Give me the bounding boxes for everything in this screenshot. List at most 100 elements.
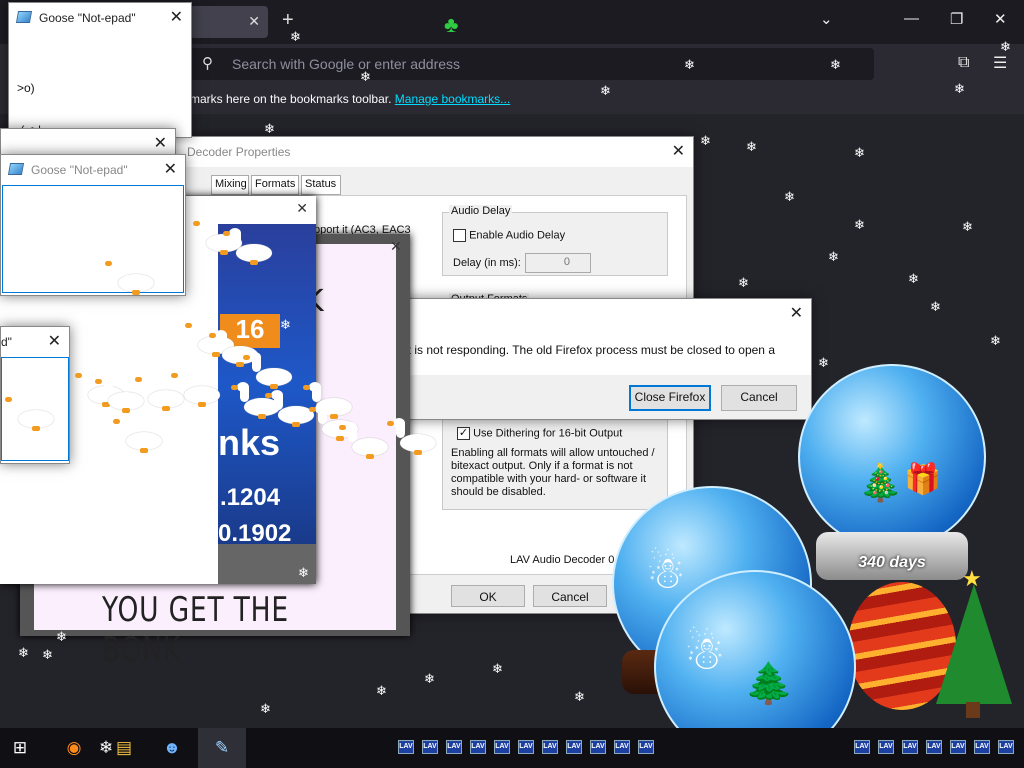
goose[interactable]: [171, 370, 220, 407]
alert-cancel-button[interactable]: Cancel: [721, 385, 797, 411]
snowman-icon: ☃: [684, 627, 726, 679]
alert-message: ut is not responding. The old Firefox pr…: [401, 343, 775, 357]
enable-audio-delay-label: Enable Audio Delay: [469, 229, 566, 242]
lav-tray-icon[interactable]: LAV: [566, 740, 582, 754]
christmas-tree-icon: ♣: [444, 12, 459, 37]
goose[interactable]: [387, 418, 436, 455]
snowflake-icon: ❄: [854, 145, 865, 160]
lav-tray-icon[interactable]: LAV: [422, 740, 438, 754]
lav-tray-icon[interactable]: LAV: [902, 740, 918, 754]
lav-tray-icon[interactable]: LAV: [398, 740, 414, 754]
alert-titlebar: ✕: [401, 299, 811, 327]
address-placeholder: Search with Google or enter address: [232, 56, 461, 72]
minimize-icon[interactable]: —: [904, 10, 919, 27]
close-firefox-button[interactable]: Close Firefox: [629, 385, 711, 411]
goose[interactable]: [223, 228, 272, 265]
alert-close-icon[interactable]: ✕: [790, 303, 803, 323]
firefox-not-responding-dialog: ✕ ut is not responding. The old Firefox …: [400, 298, 812, 420]
goose[interactable]: [243, 352, 292, 389]
notepad-3-close-icon[interactable]: ✕: [48, 331, 61, 351]
goose-notepad-window-3: d" ✕: [0, 326, 70, 464]
goose-notepad-window-1: Goose "Not-epad" ✕ >o) (_>|: [8, 2, 192, 138]
tab-close-icon[interactable]: ✕: [248, 13, 260, 30]
notepad-3-title: d": [1, 335, 12, 349]
lav-tray-icon[interactable]: LAV: [494, 740, 510, 754]
lav-tray-icon[interactable]: LAV: [470, 740, 486, 754]
tab-status[interactable]: Status: [301, 175, 341, 195]
lav-tray-icon[interactable]: LAV: [950, 740, 966, 754]
gift-icon: 🎁: [904, 463, 942, 496]
restore-icon[interactable]: ❐: [950, 10, 963, 28]
snowflake-icon: ❄: [424, 671, 435, 686]
notepad-2-text-area[interactable]: [2, 185, 184, 293]
snowflake-icon: ❄: [56, 629, 67, 644]
taskbar: ⊞ ◉ ❄ ▤ ☻ ✎: [0, 728, 1024, 768]
firefox-icon[interactable]: ◉: [62, 736, 86, 760]
lav-close-icon[interactable]: ✕: [672, 141, 685, 161]
snowflake-icon: ❄: [700, 133, 711, 148]
goose[interactable]: [5, 394, 54, 431]
snow-tree-icon: 🎄: [858, 462, 903, 503]
tab-formats[interactable]: Formats: [251, 175, 299, 195]
file-explorer-icon[interactable]: ▤: [112, 736, 136, 760]
goose[interactable]: [339, 422, 388, 459]
audio-delay-legend: Audio Delay: [449, 205, 513, 217]
dithering-checkbox[interactable]: ✓: [457, 427, 470, 440]
goose[interactable]: [95, 376, 144, 413]
goose-notepad-window-2: Goose "Not-epad" ✕: [0, 154, 186, 296]
manage-bookmarks-link[interactable]: Manage bookmarks...: [395, 92, 510, 106]
lav-tray-icon[interactable]: LAV: [974, 740, 990, 754]
snowflake-icon: ❄: [954, 81, 965, 96]
snowflake-icon: ❄: [1000, 39, 1011, 54]
snowflake-icon: ❄: [298, 565, 309, 580]
snowflake-icon: ❄: [828, 249, 839, 264]
lav-version: LAV Audio Decoder 0.7: [510, 554, 624, 566]
meme-front-close-icon[interactable]: ✕: [296, 200, 308, 217]
lav-tray-icon[interactable]: LAV: [518, 740, 534, 754]
notepad-2-close-icon[interactable]: ✕: [164, 159, 177, 179]
delay-label: Delay (in ms):: [453, 257, 521, 269]
enable-audio-delay-checkbox[interactable]: [453, 229, 466, 242]
notepad-2-titlebar: Goose "Not-epad" ✕: [1, 155, 185, 185]
lav-tray-icon[interactable]: LAV: [926, 740, 942, 754]
snowflake-icon: ❄: [990, 333, 1001, 348]
notepad-taskbar-icon[interactable]: ✎: [198, 728, 246, 768]
lav-tray-icon[interactable]: LAV: [878, 740, 894, 754]
lav-tray-icon[interactable]: LAV: [998, 740, 1014, 754]
snowflake-icon: ❄: [930, 299, 941, 314]
lav-tray-icon[interactable]: LAV: [614, 740, 630, 754]
snowflake-icon: ❄: [492, 661, 503, 676]
menu-icon[interactable]: ☰: [993, 53, 1007, 73]
delay-input[interactable]: 0: [525, 253, 591, 273]
lav-tray-icon[interactable]: LAV: [590, 740, 606, 754]
lav-tray-icon[interactable]: LAV: [542, 740, 558, 754]
browser-tab[interactable]: ✕: [190, 6, 268, 38]
windows-start-icon[interactable]: ⊞: [8, 736, 32, 760]
tab-mixing[interactable]: Mixing: [211, 175, 249, 195]
goose[interactable]: [113, 416, 162, 453]
bookmarks-hint: marks here on the bookmarks toolbar.: [190, 92, 392, 106]
snowflake-icon: ❄: [600, 83, 611, 98]
snowflake-icon: ❄: [738, 275, 749, 290]
lav-tray-icon[interactable]: LAV: [854, 740, 870, 754]
snowflake-icon: ❄: [784, 189, 795, 204]
lav-ok-button[interactable]: OK: [451, 585, 525, 607]
address-bar[interactable]: ⚲ Search with Google or enter address: [190, 48, 874, 80]
meme-number-2: 0.1902: [218, 520, 292, 544]
lav-tray-icon[interactable]: LAV: [446, 740, 462, 754]
notepad-icon: [15, 11, 33, 23]
meme-close-icon[interactable]: ✕: [390, 238, 410, 258]
goose[interactable]: [105, 258, 154, 295]
lav-cancel-button[interactable]: Cancel: [533, 585, 607, 607]
people-icon[interactable]: ☻: [160, 736, 184, 760]
lav-tray-icon[interactable]: LAV: [638, 740, 654, 754]
extensions-icon[interactable]: ⧉: [958, 54, 969, 72]
close-window-icon[interactable]: ✕: [994, 10, 1007, 28]
list-tabs-icon[interactable]: ⌄: [820, 10, 833, 28]
snowflake-icon: ❄: [830, 57, 841, 72]
notepad-1-close-icon[interactable]: ✕: [170, 7, 183, 27]
hidden-notepad-close-icon[interactable]: ✕: [154, 133, 167, 153]
snowflake-icon: ❄: [574, 689, 585, 704]
snowflake-icon: ❄: [260, 701, 271, 716]
snowflake-icon: ❄: [360, 69, 371, 84]
